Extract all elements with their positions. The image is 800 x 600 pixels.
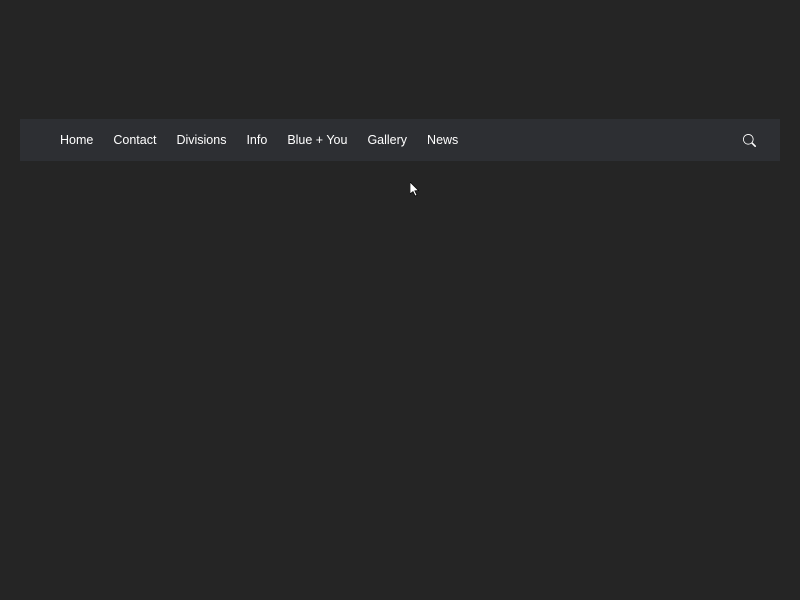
nav-items-container: Home Contact Divisions Info Blue + You G… — [60, 133, 458, 147]
nav-item-gallery[interactable]: Gallery — [367, 133, 407, 147]
search-button[interactable] — [739, 130, 760, 151]
main-navigation: Home Contact Divisions Info Blue + You G… — [20, 119, 780, 161]
nav-item-news[interactable]: News — [427, 133, 458, 147]
nav-item-info[interactable]: Info — [246, 133, 267, 147]
nav-item-divisions[interactable]: Divisions — [176, 133, 226, 147]
search-icon — [743, 134, 756, 147]
nav-item-home[interactable]: Home — [60, 133, 93, 147]
nav-item-blue-you[interactable]: Blue + You — [287, 133, 347, 147]
mouse-cursor — [410, 182, 422, 203]
nav-item-contact[interactable]: Contact — [113, 133, 156, 147]
